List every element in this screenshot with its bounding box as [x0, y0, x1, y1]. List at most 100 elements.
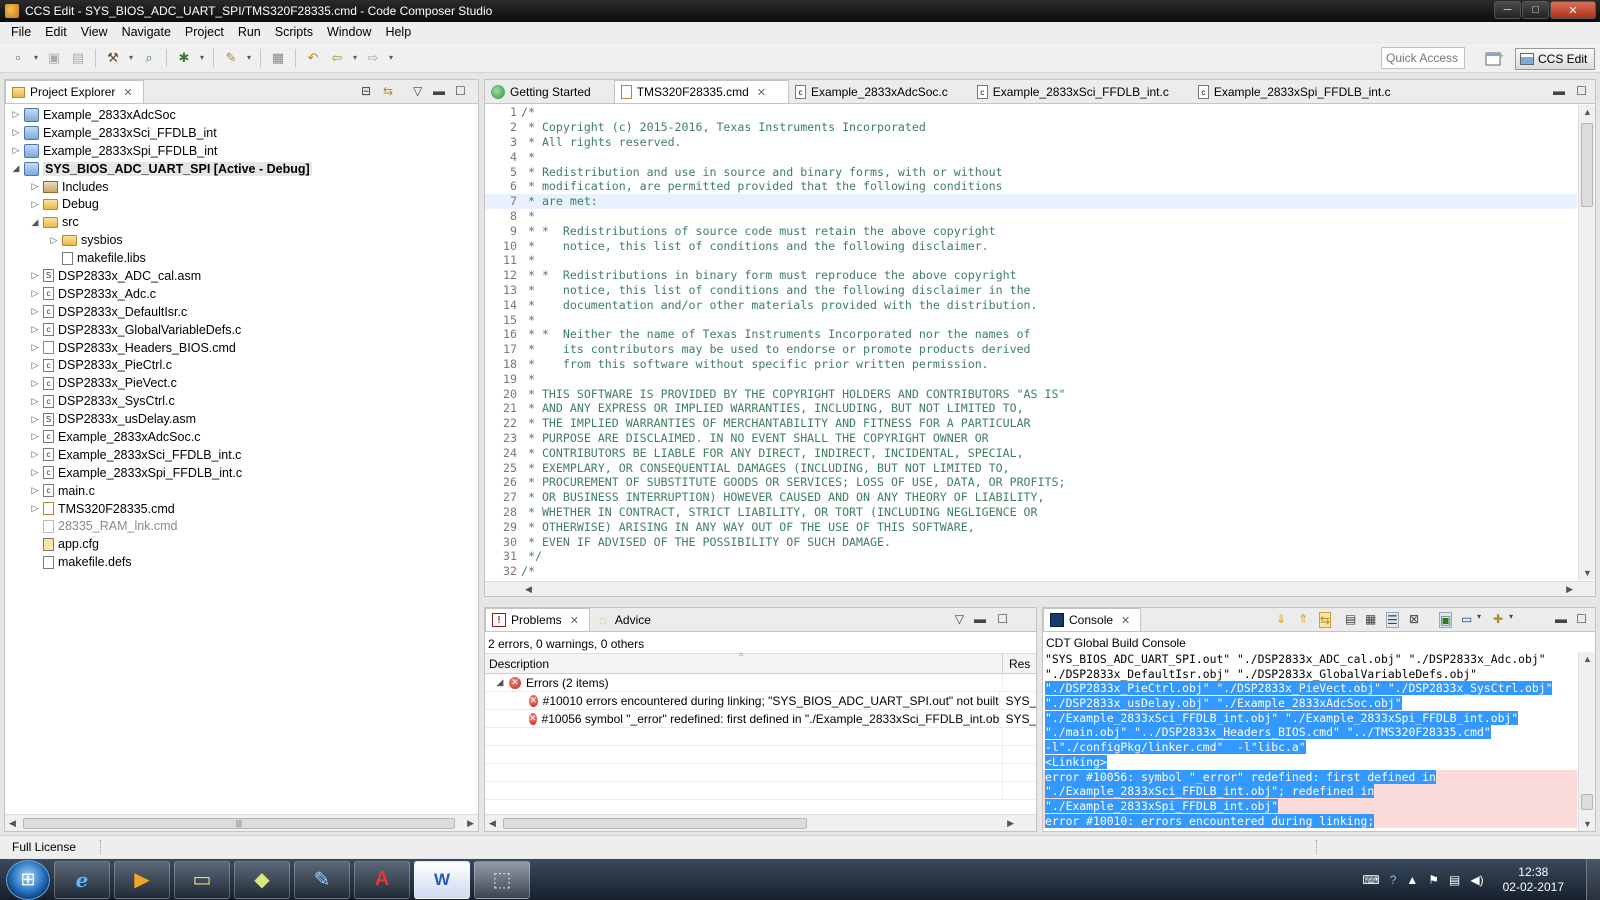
minimize-view-icon[interactable]: ▬	[1553, 84, 1565, 98]
view-menu-icon[interactable]: ▽	[413, 84, 422, 98]
maximize-view-icon[interactable]: ☐	[455, 84, 466, 98]
tab-editor-file[interactable]: TMS320F28335.cmd ✕	[613, 80, 789, 103]
tree-item[interactable]: ▷ c Example_2833xAdcSoc.c	[5, 428, 478, 446]
next-error-icon[interactable]: ⇓	[1276, 612, 1286, 626]
build-dropdown-icon[interactable]: ▾	[127, 48, 135, 68]
menu-run[interactable]: Run	[231, 25, 268, 39]
minimize-button[interactable]: ─	[1494, 1, 1521, 19]
tree-item[interactable]: app.cfg	[5, 535, 478, 553]
horizontal-scrollbar[interactable]: ◀ ▶	[485, 814, 1036, 831]
search-icon[interactable]: ⌕	[139, 48, 159, 68]
maximize-view-icon[interactable]: ☐	[1576, 612, 1587, 626]
close-icon[interactable]: ✕	[757, 86, 766, 99]
tree-item[interactable]: ▷ c Example_2833xSpi_FFDLB_int.c	[5, 464, 478, 482]
tree-item[interactable]: ▷ sysbios	[5, 231, 478, 249]
word-wrap-icon[interactable]: ☰	[1386, 612, 1399, 628]
expand-icon[interactable]: ▷	[11, 127, 21, 138]
paint-icon[interactable]: ✎	[294, 860, 350, 899]
debug-bug-icon[interactable]: ✱	[174, 48, 194, 68]
menu-scripts[interactable]: Scripts	[268, 25, 320, 39]
table-row[interactable]: ✕ #10010 errors encountered during linkin…	[485, 692, 1036, 710]
expand-icon[interactable]: ▷	[30, 360, 40, 371]
tree-item[interactable]: ▷ TMS320F28335.cmd	[5, 500, 478, 518]
tree-item[interactable]: makefile.defs	[5, 553, 478, 571]
menu-view[interactable]: View	[74, 25, 115, 39]
menu-edit[interactable]: Edit	[38, 25, 74, 39]
file-explorer-icon[interactable]: ▭	[174, 860, 230, 899]
tree-item[interactable]: ▷ c DSP2833x_Adc.c	[5, 285, 478, 303]
link-with-editor-icon[interactable]: ⇆	[383, 84, 393, 98]
display-console-icon[interactable]: ▭	[1461, 612, 1472, 626]
previous-error-icon[interactable]: ⇑	[1298, 612, 1308, 626]
expand-icon[interactable]: ▷	[30, 396, 40, 407]
network-icon[interactable]: ▤	[1449, 873, 1460, 887]
expand-icon[interactable]: ▷	[11, 109, 21, 120]
expand-icon[interactable]: ▷	[30, 306, 40, 317]
scroll-up-icon[interactable]: ▲	[1583, 654, 1592, 664]
maximize-view-icon[interactable]: ☐	[1576, 84, 1587, 98]
scroll-thumb[interactable]	[1581, 123, 1593, 207]
tree-item[interactable]: ▷ c Example_2833xSci_FFDLB_int.c	[5, 446, 478, 464]
back-arrow-icon[interactable]: ⇦	[327, 48, 347, 68]
console-output[interactable]: "SYS_BIOS_ADC_UART_SPI.out" "./DSP2833x_…	[1043, 652, 1577, 831]
open-console-dropdown-icon[interactable]: ▾	[1509, 612, 1513, 621]
media-player-icon[interactable]: ▶	[114, 860, 170, 899]
scroll-left-icon[interactable]: ◀	[489, 818, 496, 829]
tree-item[interactable]: ▷ DSP2833x_Headers_BIOS.cmd	[5, 339, 478, 357]
tree-item[interactable]: ▷ S DSP2833x_usDelay.asm	[5, 410, 478, 428]
tree-item[interactable]: ◢ SYS_BIOS_ADC_UART_SPI [Active - Debug]	[5, 160, 478, 178]
expand-icon[interactable]: ▷	[30, 485, 40, 496]
tab-advice[interactable]: ◌ Advice	[590, 609, 662, 631]
tree-item[interactable]: ▷ S DSP2833x_ADC_cal.asm	[5, 267, 478, 285]
internet-explorer-icon[interactable]: e	[54, 860, 110, 899]
last-edit-icon[interactable]: ↶	[303, 48, 323, 68]
expand-icon[interactable]: ▷	[11, 145, 21, 156]
ccs-edit-perspective-button[interactable]: CCS Edit	[1515, 48, 1595, 70]
display-console-dropdown-icon[interactable]: ▾	[1477, 612, 1481, 621]
tree-item[interactable]: ▷ c DSP2833x_PieCtrl.c	[5, 356, 478, 374]
tree-item[interactable]: ▷ Example_2833xSci_FFDLB_int	[5, 124, 478, 142]
minimize-view-icon[interactable]: ▬	[1555, 612, 1567, 626]
horizontal-scrollbar[interactable]: ◀ ||| ▶	[5, 814, 478, 831]
horizontal-scrollbar[interactable]: ◀ ▶	[485, 581, 1595, 596]
flash-dropdown-icon[interactable]: ▾	[245, 48, 253, 68]
tab-editor-file[interactable]: c Example_2833xSci_FFDLB_int.c	[971, 81, 1192, 103]
tree-item[interactable]: 28335_RAM_lnk.cmd	[5, 517, 478, 535]
scroll-up-icon[interactable]: ▲	[1583, 107, 1592, 117]
close-icon[interactable]: ✕	[570, 614, 579, 627]
scroll-left-icon[interactable]: ◀	[9, 818, 16, 829]
view-menu-icon[interactable]: ▽	[955, 612, 964, 626]
tree-item[interactable]: ◢ src	[5, 213, 478, 231]
tree-item[interactable]: makefile.libs	[5, 249, 478, 267]
minimize-view-icon[interactable]: ▬	[433, 84, 445, 98]
tree-item[interactable]: ▷ c DSP2833x_GlobalVariableDefs.c	[5, 321, 478, 339]
collapse-icon[interactable]: ◢	[11, 163, 21, 174]
pin-console-icon[interactable]: ▣	[1439, 612, 1453, 628]
expand-icon[interactable]: ▷	[30, 414, 40, 425]
menu-project[interactable]: Project	[178, 25, 231, 39]
keyboard-icon[interactable]: ⌨	[1362, 873, 1379, 887]
scroll-right-icon[interactable]: ▶	[1566, 584, 1573, 595]
forward-arrow-icon[interactable]: ⇨	[363, 48, 383, 68]
tree-item[interactable]: ▷ Includes	[5, 178, 478, 196]
table-row[interactable]: ✕ #10056 symbol "_error" redefined: first…	[485, 710, 1036, 728]
start-button[interactable]: ⊞	[6, 859, 50, 900]
word-icon[interactable]: W	[414, 860, 470, 899]
expand-icon[interactable]: ▷	[30, 467, 40, 478]
scroll-down-icon[interactable]: ▼	[1583, 568, 1592, 578]
tree-item[interactable]: ▷ c DSP2833x_DefaultIsr.c	[5, 303, 478, 321]
back-dropdown-icon[interactable]: ▾	[351, 48, 359, 68]
close-icon[interactable]: ✕	[123, 86, 132, 99]
code-editor[interactable]: 1/* 2 * Copyright (c) 2015-2016, Texas In…	[485, 105, 1577, 580]
show-hidden-icons-icon[interactable]: ▲	[1406, 873, 1418, 887]
tree-item[interactable]: ▷ Debug	[5, 195, 478, 213]
clear-console-icon[interactable]: ⊠	[1409, 612, 1419, 626]
new-icon[interactable]: ▫	[8, 48, 28, 68]
acrobat-reader-icon[interactable]: A	[354, 860, 410, 899]
code-composer-studio-icon[interactable]: ⬚	[474, 860, 530, 899]
vertical-scrollbar[interactable]: ▲ ▼	[1578, 652, 1595, 831]
close-icon[interactable]: ✕	[1121, 614, 1130, 627]
show-desktop-button[interactable]	[1586, 859, 1600, 900]
scroll-left-icon[interactable]: ◀	[525, 584, 532, 595]
scroll-thumb[interactable]: |||	[23, 818, 455, 829]
